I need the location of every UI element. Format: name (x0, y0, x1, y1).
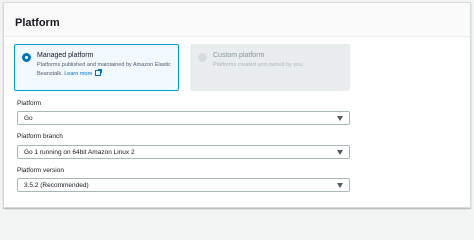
panel-header: Platform (4, 3, 470, 37)
platform-version-label: Platform version (17, 167, 64, 174)
managed-platform-radio[interactable] (22, 53, 31, 62)
platform-label: Platform (17, 100, 42, 107)
custom-platform-radio (198, 53, 207, 62)
platform-select[interactable]: Go (17, 111, 350, 125)
caret-down-icon (337, 183, 343, 188)
managed-platform-desc-text: Platforms published and maintained by Am… (37, 62, 171, 77)
caret-down-icon (337, 150, 343, 155)
platform-branch-label: Platform branch (17, 133, 63, 140)
platform-panel: Platform Managed platform Platforms publ… (3, 2, 471, 208)
platform-branch-select[interactable]: Go 1 running on 64bit Amazon Linux 2 (17, 145, 350, 159)
custom-platform-tile: Custom platform Platforms created and ow… (190, 44, 350, 91)
managed-platform-title: Managed platform (37, 52, 94, 59)
caret-down-icon (337, 116, 343, 121)
custom-platform-title: Custom platform (213, 52, 265, 59)
managed-platform-description: Platforms published and maintained by Am… (37, 61, 172, 78)
learn-more-link[interactable]: Learn more (64, 71, 92, 77)
platform-version-select[interactable]: 3.5.2 (Recommended) (17, 178, 350, 192)
custom-platform-description: Platforms created and owned by you. (213, 62, 304, 68)
platform-branch-value: Go 1 running on 64bit Amazon Linux 2 (24, 149, 135, 156)
platform-version-value: 3.5.2 (Recommended) (24, 182, 89, 189)
managed-platform-tile[interactable]: Managed platform Platforms published and… (14, 44, 179, 91)
external-link-icon[interactable] (94, 69, 102, 76)
platform-select-value: Go (24, 115, 33, 122)
panel-title: Platform (15, 17, 60, 29)
